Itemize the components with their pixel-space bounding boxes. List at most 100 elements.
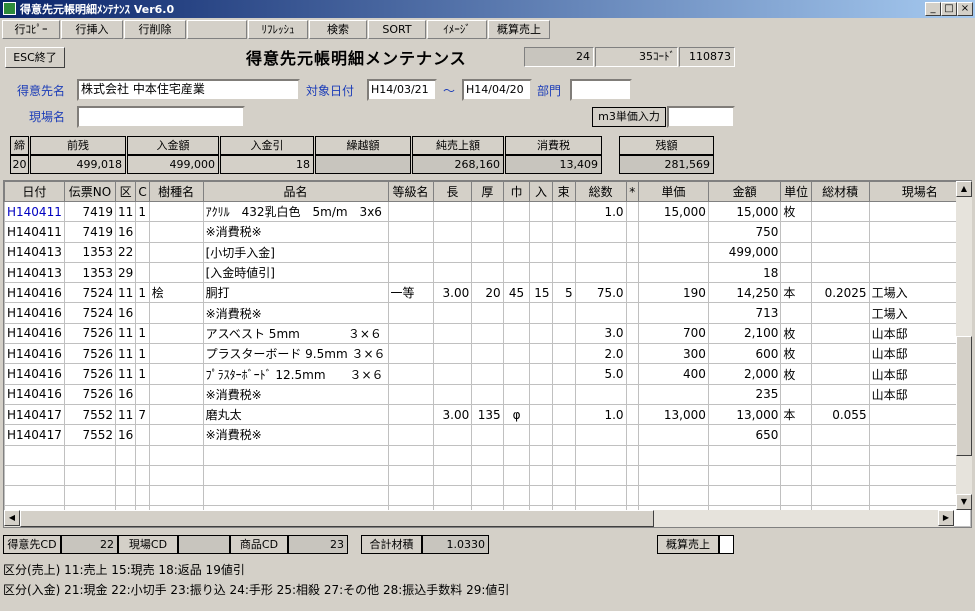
empty-cell[interactable] (387, 444, 434, 466)
col-header-thickness[interactable]: 厚 (471, 181, 504, 202)
cell-species[interactable] (148, 302, 204, 324)
rough-sales-checkbox[interactable] (719, 535, 734, 554)
empty-cell[interactable] (551, 464, 576, 487)
empty-cell[interactable] (625, 464, 639, 487)
vertical-scrollbar[interactable]: ▲ ▼ (956, 181, 972, 510)
cell-count-in[interactable] (529, 200, 553, 223)
cell-date[interactable]: H140416 (4, 363, 65, 385)
cell-length[interactable] (432, 241, 473, 263)
cell-thickness[interactable] (471, 302, 504, 324)
cell-bundle[interactable] (551, 343, 576, 365)
cell-grade[interactable] (387, 261, 434, 284)
cell-grade[interactable] (387, 383, 434, 405)
table-row[interactable]: H140416 7526 16 ※消費税※ 235 山本邸 (4, 383, 971, 405)
cell-species[interactable] (148, 424, 204, 446)
cell-width[interactable] (502, 302, 531, 324)
cell-item-name[interactable]: ﾌﾟﾗｽﾀｰﾎﾞｰﾄﾞ 12.5mm ３×６ (202, 363, 389, 385)
empty-cell[interactable] (529, 485, 553, 507)
cell-total-volume[interactable] (810, 322, 870, 345)
cell-item-name[interactable]: ※消費税※ (202, 424, 389, 446)
cell-date[interactable]: H140417 (4, 403, 65, 426)
empty-cell[interactable] (4, 485, 65, 507)
cell-total-volume[interactable] (810, 383, 870, 405)
cell-unit-price[interactable] (637, 241, 709, 263)
cell-date[interactable]: H140416 (4, 383, 65, 405)
cell-total-volume[interactable]: 0.2025 (810, 282, 870, 304)
image-button[interactable]: ｲﾒｰｼﾞ (427, 20, 487, 39)
cell-length[interactable] (432, 221, 473, 243)
cell-slip-no[interactable]: 7419 (63, 200, 117, 223)
cell-c[interactable]: 1 (135, 363, 150, 385)
department-field[interactable] (570, 79, 632, 101)
cell-unit-price[interactable] (637, 261, 709, 284)
empty-cell[interactable] (780, 444, 812, 466)
cell-length[interactable] (432, 343, 473, 365)
cell-unit-price[interactable] (637, 221, 709, 243)
cell-amount[interactable]: 713 (707, 302, 782, 324)
cell-date[interactable]: H140411 (4, 200, 65, 223)
empty-cell[interactable] (810, 485, 870, 507)
empty-cell[interactable] (810, 444, 870, 466)
empty-cell[interactable] (432, 485, 473, 507)
cell-unit-price[interactable]: 15,000 (637, 200, 709, 223)
insert-row-button[interactable]: 行挿入 (61, 20, 123, 39)
cell-grade[interactable] (387, 302, 434, 324)
col-header-bundle[interactable]: 束 (551, 181, 576, 202)
cell-amount[interactable]: 15,000 (707, 200, 782, 223)
cell-item-name[interactable]: プラスターボード 9.5mm ３×６ (202, 343, 389, 365)
cell-count-in[interactable] (529, 322, 553, 345)
cell-category[interactable]: 16 (115, 221, 137, 243)
refresh-button[interactable]: ﾘﾌﾚｯｼｭ (248, 20, 308, 39)
cell-category[interactable]: 11 (115, 282, 137, 304)
cell-date[interactable]: H140416 (4, 282, 65, 304)
cell-thickness[interactable] (471, 200, 504, 223)
cell-date[interactable]: H140411 (4, 221, 65, 243)
cell-amount[interactable]: 600 (707, 343, 782, 365)
col-header-item-name[interactable]: 品名 (202, 181, 389, 202)
cell-bundle[interactable] (551, 403, 576, 426)
cell-grade[interactable]: 一等 (387, 282, 434, 304)
vertical-scroll-thumb[interactable] (956, 336, 972, 456)
empty-row[interactable] (4, 485, 971, 507)
cell-total-volume[interactable] (810, 241, 870, 263)
cell-slip-no[interactable]: 7526 (63, 383, 117, 405)
cell-item-name[interactable]: 胴打 (202, 282, 389, 304)
cell-width[interactable] (502, 261, 531, 284)
cell-length[interactable] (432, 363, 473, 385)
empty-cell[interactable] (574, 485, 627, 507)
cell-unit[interactable]: 枚 (780, 200, 812, 223)
cell-unit-price[interactable] (637, 383, 709, 405)
empty-cell[interactable] (202, 485, 389, 507)
cell-slip-no[interactable]: 7526 (63, 363, 117, 385)
cell-grade[interactable] (387, 241, 434, 263)
empty-cell[interactable] (63, 464, 117, 487)
cell-c[interactable] (135, 261, 150, 284)
cell-species[interactable] (148, 322, 204, 345)
cell-item-name[interactable]: ※消費税※ (202, 302, 389, 324)
cell-item-name[interactable]: ※消費税※ (202, 383, 389, 405)
cell-amount[interactable]: 750 (707, 221, 782, 243)
table-row[interactable]: H140411 7419 11 1 ｱｸﾘﾙ 432乳白色 5m/m 3x6 1.0 15,… (4, 200, 971, 223)
table-row[interactable]: H140416 7524 16 ※消費税※ 713 工場入 (4, 302, 971, 324)
scroll-right-icon[interactable]: ▶ (938, 510, 954, 526)
scroll-up-icon[interactable]: ▲ (956, 181, 972, 197)
cell-mark[interactable] (625, 363, 639, 385)
cell-bundle[interactable] (551, 261, 576, 284)
cell-mark[interactable] (625, 261, 639, 284)
empty-cell[interactable] (780, 464, 812, 487)
cell-count-in[interactable] (529, 221, 553, 243)
cell-unit-price[interactable]: 13,000 (637, 403, 709, 426)
cell-length[interactable] (432, 322, 473, 345)
empty-cell[interactable] (63, 485, 117, 507)
cell-length[interactable]: 3.00 (432, 282, 473, 304)
blank-toolbar-button[interactable] (187, 20, 247, 39)
cell-bundle[interactable] (551, 322, 576, 345)
cell-species[interactable] (148, 343, 204, 365)
horizontal-scrollbar[interactable]: ◀ ▶ (4, 510, 954, 527)
cell-length[interactable] (432, 200, 473, 223)
col-header-slip-no[interactable]: 伝票NO (63, 181, 117, 202)
cell-width[interactable] (502, 200, 531, 223)
empty-cell[interactable] (529, 464, 553, 487)
cell-thickness[interactable] (471, 383, 504, 405)
cell-species[interactable] (148, 363, 204, 385)
